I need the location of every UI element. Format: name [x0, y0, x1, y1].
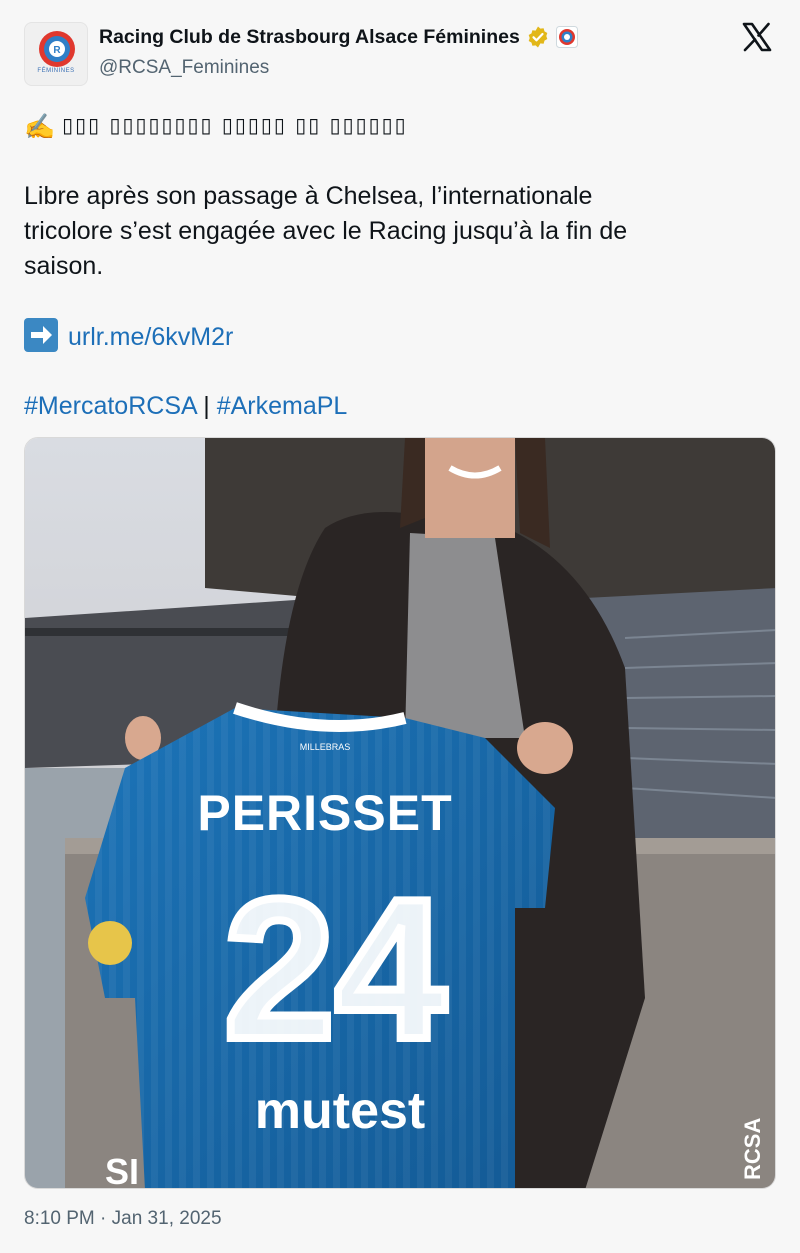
- display-name[interactable]: Racing Club de Strasbourg Alsace Féminin…: [99, 26, 520, 49]
- x-logo-icon[interactable]: [742, 22, 772, 52]
- avatar-caption: FÉMININES: [37, 68, 75, 74]
- jersey-number-fill: 24: [224, 858, 446, 1081]
- hashtag-mercato[interactable]: #MercatoRCSA: [24, 392, 196, 420]
- body-line: tricolore s’est engagée avec le Racing j…: [24, 217, 628, 245]
- svg-text:R: R: [53, 45, 61, 56]
- body-line: Libre après son passage à Chelsea, l’int…: [24, 182, 593, 210]
- tweet-link[interactable]: urlr.me/6kvM2r: [68, 323, 233, 351]
- sleeve-patch: [88, 921, 132, 965]
- link-line: urlr.me/6kvM2r: [24, 318, 764, 355]
- tweet-text: ✍️ ▯▯▯ ▯▯▯▯▯▯▯▯ ▯▯▯▯▯ ▯▯ ▯▯▯▯▯▯ Libre ap…: [24, 108, 764, 424]
- sleeve-fragment: SI: [105, 1151, 139, 1189]
- tweet-header: R FÉMININES Racing Club de Strasbourg Al…: [24, 22, 776, 86]
- body-line: saison.: [24, 252, 104, 280]
- jersey-name: PERISSET: [197, 785, 452, 841]
- verified-badge-icon: [528, 26, 548, 48]
- user-handle[interactable]: @RCSA_Feminines: [99, 57, 269, 79]
- writing-hand-icon: ✍️: [24, 113, 56, 141]
- avatar[interactable]: R FÉMININES: [24, 22, 88, 86]
- hashtag-arkema[interactable]: #ArkemaPL: [217, 392, 348, 420]
- hashtags-line: #MercatoRCSA | #ArkemaPL: [24, 389, 764, 424]
- person-face: [425, 438, 515, 538]
- jersey-brand: MILLEBRAS: [300, 742, 351, 752]
- headline-line: ✍️ ▯▯▯ ▯▯▯▯▯▯▯▯ ▯▯▯▯▯ ▯▯ ▯▯▯▯▯▯: [24, 108, 764, 145]
- tweet-photo[interactable]: MILLEBRAS PERISSET 24 24 mutest SI RCSA: [24, 437, 776, 1189]
- right-arrow-icon: [24, 318, 58, 352]
- club-crest-icon: R: [39, 31, 75, 67]
- photo-watermark: RCSA: [740, 1118, 765, 1180]
- tweet-timestamp[interactable]: 8:10 PM · Jan 31, 2025: [24, 1208, 222, 1230]
- jersey-sponsor: mutest: [255, 1082, 425, 1140]
- headline-unrendered-text: ▯▯▯ ▯▯▯▯▯▯▯▯ ▯▯▯▯▯ ▯▯ ▯▯▯▯▯▯: [62, 113, 408, 137]
- hashtag-separator: |: [203, 392, 210, 420]
- affiliate-badge-icon[interactable]: [555, 26, 578, 48]
